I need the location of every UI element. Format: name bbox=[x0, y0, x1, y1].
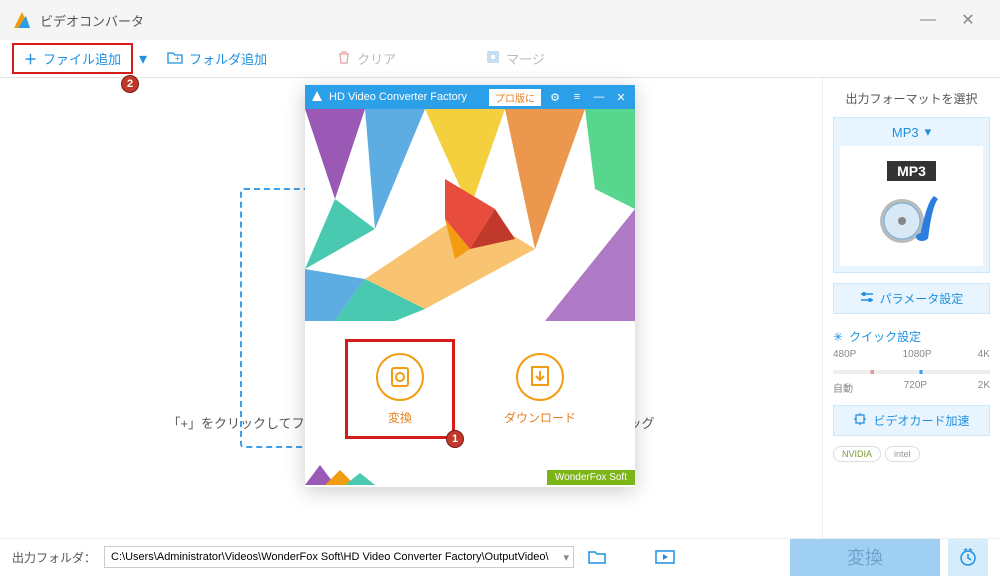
clear-label: クリア bbox=[357, 49, 396, 68]
close-button[interactable]: ✕ bbox=[948, 5, 988, 35]
output-format-selector[interactable]: MP3 ▾ MP3 bbox=[833, 117, 990, 273]
title-bar: ビデオコンバータ — ✕ bbox=[0, 0, 1000, 40]
gpu-acceleration-button[interactable]: ビデオカード加速 bbox=[833, 405, 990, 436]
settings-icon[interactable]: ⚙ bbox=[547, 91, 563, 104]
plus-icon: ＋ bbox=[24, 49, 37, 68]
browse-folder-button[interactable] bbox=[582, 545, 612, 569]
asterisk-icon: ✳ bbox=[833, 330, 843, 344]
center-pane: 「+」をクリックしてファイルを追加するか、複数のビデオやオーディオをドラッグしま… bbox=[0, 78, 822, 538]
scale-720p: 720P bbox=[904, 380, 927, 395]
gpu-logos: NVIDIA intel bbox=[833, 446, 990, 462]
resolution-slider[interactable] bbox=[833, 370, 990, 374]
quick-settings: ✳ クイック設定 480P 1080P 4K 自動 720P 2K bbox=[833, 324, 990, 395]
help-icon[interactable]: ≡ bbox=[569, 91, 585, 103]
brand-badge: WonderFox Soft bbox=[547, 470, 635, 485]
launcher-tiles: 変換 1 ダウンロード bbox=[305, 321, 635, 445]
launcher-close-button[interactable]: ✕ bbox=[613, 91, 629, 104]
add-file-dropdown[interactable]: ▾ bbox=[139, 49, 147, 69]
svg-text:+: + bbox=[175, 54, 180, 63]
add-folder-label: フォルダ追加 bbox=[189, 49, 267, 68]
format-icon: MP3 bbox=[840, 146, 983, 266]
add-file-label: ファイル追加 bbox=[43, 49, 121, 68]
chevron-down-icon: ▾ bbox=[563, 551, 569, 564]
main-content: 「+」をクリックしてファイルを追加するか、複数のビデオやオーディオをドラッグしま… bbox=[0, 78, 1000, 538]
trash-icon bbox=[337, 50, 351, 67]
clear-button[interactable]: クリア bbox=[327, 45, 406, 72]
annotation-1: 1 bbox=[446, 430, 464, 448]
format-section-title: 出力フォーマットを選択 bbox=[833, 90, 990, 107]
download-icon bbox=[516, 353, 564, 401]
merge-icon bbox=[486, 50, 500, 67]
launcher-logo-icon bbox=[311, 90, 323, 105]
convert-icon bbox=[376, 353, 424, 401]
chevron-down-icon: ▾ bbox=[925, 124, 932, 140]
scale-480p: 480P bbox=[833, 349, 856, 360]
app-logo-icon bbox=[12, 10, 32, 30]
quick-label: クイック設定 bbox=[849, 328, 921, 345]
output-path-field[interactable]: C:\Users\Administrator\Videos\WonderFox … bbox=[104, 546, 574, 568]
bottom-bar: 出力フォルダ： C:\Users\Administrator\Videos\Wo… bbox=[0, 538, 1000, 575]
gpu-label: ビデオカード加速 bbox=[873, 412, 969, 429]
format-name: MP3 bbox=[892, 125, 919, 140]
convert-button-label: 変換 bbox=[847, 544, 883, 570]
launcher-title: HD Video Converter Factory bbox=[329, 91, 483, 103]
format-tag: MP3 bbox=[887, 161, 936, 181]
launcher-banner bbox=[305, 109, 635, 321]
launcher-minimize-button[interactable]: — bbox=[591, 91, 607, 103]
param-label: パラメータ設定 bbox=[880, 290, 964, 307]
convert-tile[interactable]: 変換 1 bbox=[345, 339, 455, 439]
window-title: ビデオコンバータ bbox=[40, 11, 908, 30]
toolbar: ＋ ファイル追加 2 ▾ + フォルダ追加 クリア マージ bbox=[0, 40, 1000, 78]
scale-1080p: 1080P bbox=[903, 349, 932, 360]
launcher-header: HD Video Converter Factory プロ版に ⚙ ≡ — ✕ bbox=[305, 85, 635, 109]
merge-label: マージ bbox=[506, 49, 545, 68]
download-label: ダウンロード bbox=[504, 409, 576, 426]
scale-auto: 自動 bbox=[833, 380, 853, 395]
intel-badge: intel bbox=[885, 446, 920, 462]
scale-4k: 4K bbox=[978, 349, 990, 360]
open-folder-button[interactable] bbox=[650, 545, 680, 569]
add-file-button[interactable]: ＋ ファイル追加 2 bbox=[12, 43, 133, 74]
convert-button[interactable]: 変換 bbox=[790, 539, 940, 576]
parameter-settings-button[interactable]: パラメータ設定 bbox=[833, 283, 990, 314]
minimize-button[interactable]: — bbox=[908, 5, 948, 35]
launcher-footer: WonderFox Soft bbox=[305, 445, 635, 485]
sidebar: 出力フォーマットを選択 MP3 ▾ MP3 パラメータ設定 bbox=[822, 78, 1000, 538]
chip-icon bbox=[853, 412, 867, 429]
output-folder-label: 出力フォルダ： bbox=[12, 549, 96, 566]
sliders-icon bbox=[860, 291, 874, 306]
nvidia-badge: NVIDIA bbox=[833, 446, 881, 462]
launcher-window: HD Video Converter Factory プロ版に ⚙ ≡ — ✕ bbox=[305, 85, 635, 487]
scale-2k: 2K bbox=[978, 380, 990, 395]
convert-label: 変換 bbox=[388, 409, 412, 426]
add-folder-button[interactable]: + フォルダ追加 bbox=[157, 45, 277, 72]
merge-button[interactable]: マージ bbox=[476, 45, 555, 72]
schedule-button[interactable] bbox=[948, 539, 988, 576]
folder-plus-icon: + bbox=[167, 50, 183, 67]
pro-badge[interactable]: プロ版に bbox=[489, 89, 541, 106]
footer-triangles-icon bbox=[305, 465, 375, 485]
output-path-text: C:\Users\Administrator\Videos\WonderFox … bbox=[111, 551, 549, 563]
download-tile[interactable]: ダウンロード bbox=[485, 339, 595, 439]
